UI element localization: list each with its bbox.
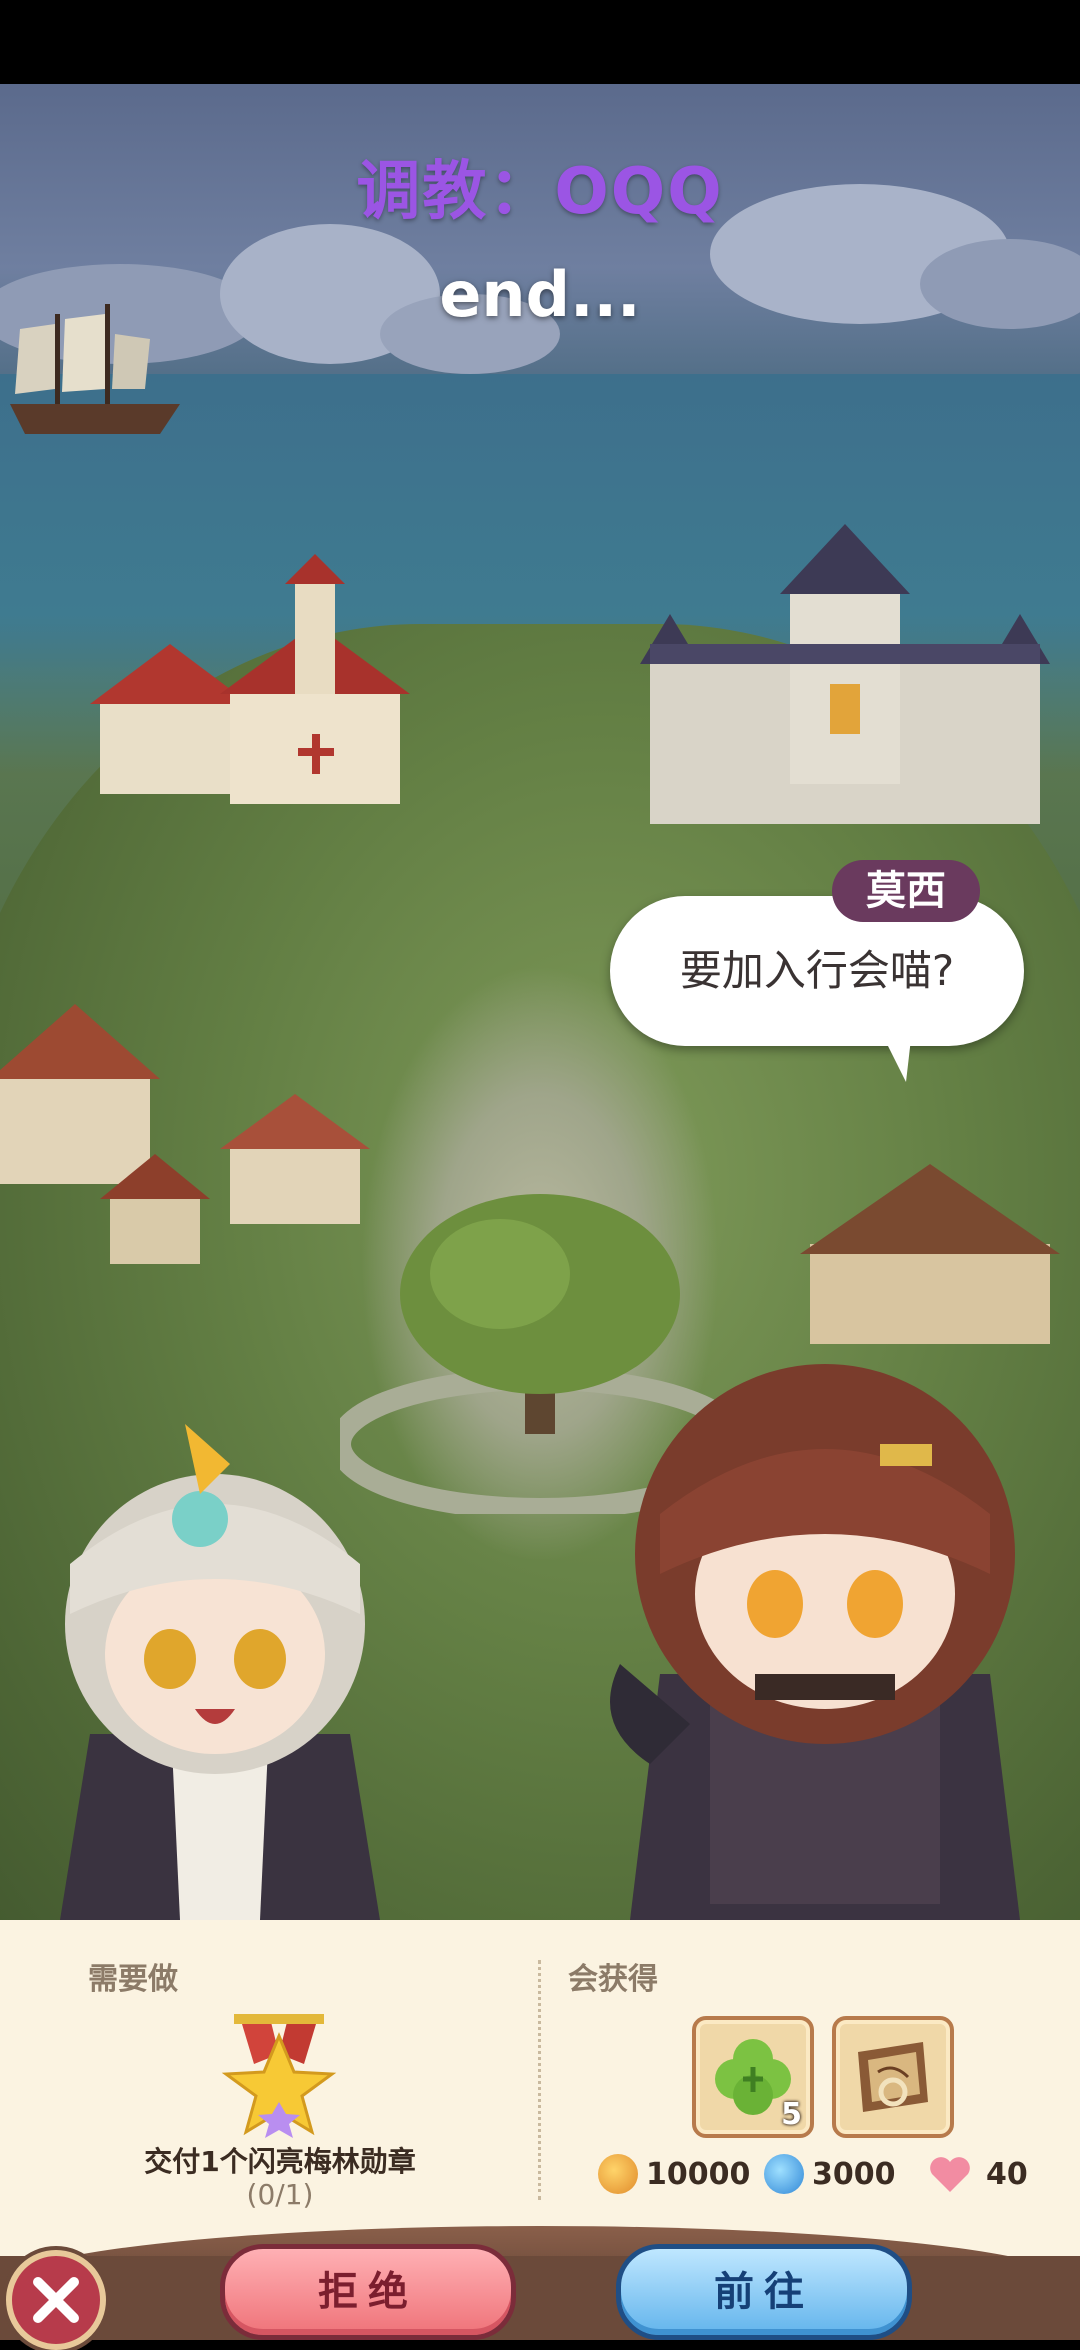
task-progress: (0/1) <box>246 2178 314 2211</box>
reward-blue-coin: 3000 <box>764 2152 896 2196</box>
castle-building <box>640 524 1050 824</box>
close-x-icon <box>33 2277 79 2323</box>
go-button[interactable]: 前往 <box>616 2244 912 2340</box>
dialog-subtitle: end... <box>439 258 641 331</box>
quest-title: 调教：OQQ <box>356 155 724 229</box>
star-medal-icon <box>221 2014 337 2138</box>
task-section-label: 需要做 <box>88 1962 178 1997</box>
character-mosi <box>610 1364 1020 1920</box>
reward-gold: 10000 <box>598 2152 750 2196</box>
heart-amount: 40 <box>986 2156 1028 2192</box>
gold-coin-icon <box>598 2154 638 2194</box>
panel-divider <box>538 1960 541 2200</box>
gold-amount: 10000 <box>646 2156 751 2192</box>
reject-button[interactable]: 拒绝 <box>220 2244 516 2340</box>
reward-slot-clover[interactable]: 5 <box>692 2016 814 2138</box>
church-building <box>90 554 410 804</box>
reward-item-count: 5 <box>781 2097 802 2132</box>
task-description: 交付1个闪亮梅林勋章 <box>144 2145 416 2178</box>
blue-drop-coin-icon <box>764 2154 804 2194</box>
reward-hearts: 40 <box>928 2152 1028 2196</box>
treasure-map-scroll-icon <box>858 2042 928 2112</box>
reward-section-label: 会获得 <box>568 1962 658 1997</box>
close-button[interactable] <box>6 2250 106 2350</box>
reward-slot-map[interactable] <box>832 2016 954 2138</box>
bottom-bar <box>0 2256 1080 2340</box>
heart-icon <box>930 2157 970 2192</box>
status-bar <box>0 0 1080 84</box>
tavern-building <box>800 1164 1060 1344</box>
blue-coin-amount: 3000 <box>812 2156 896 2192</box>
character-girl-left <box>60 1424 380 1920</box>
speaker-name-tag: 莫西 <box>832 860 980 922</box>
